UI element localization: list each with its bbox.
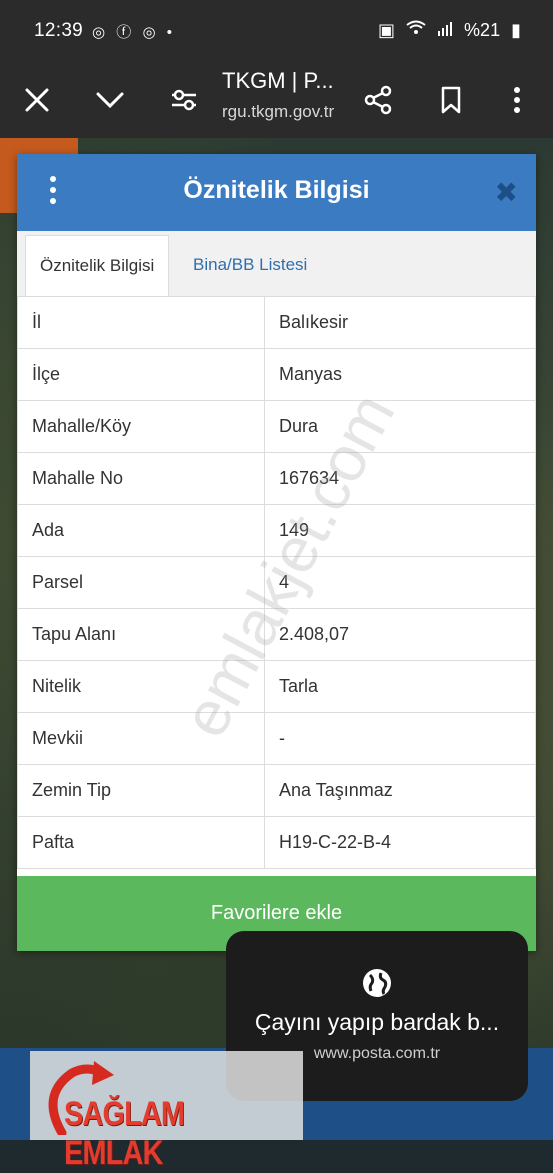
table-row: Nitelik Tarla xyxy=(17,660,536,713)
site-settings-icon[interactable] xyxy=(164,80,204,120)
row-key: Mahalle/Köy xyxy=(17,400,265,453)
panel-header: Öznitelik Bilgisi ✖ xyxy=(17,154,536,231)
row-value: 149 xyxy=(264,504,536,557)
row-value: Balıkesir xyxy=(264,296,536,349)
row-value: H19-C-22-B-4 xyxy=(264,816,536,869)
page-title: TKGM | P... xyxy=(222,68,334,93)
row-value: Manyas xyxy=(264,348,536,401)
row-key: Nitelik xyxy=(17,660,265,713)
attribute-panel: Öznitelik Bilgisi ✖ Öznitelik Bilgisi Bi… xyxy=(17,154,536,951)
table-row: Pafta H19-C-22-B-4 xyxy=(17,816,536,869)
more-vert-icon[interactable] xyxy=(497,80,537,120)
row-key: İlçe xyxy=(17,348,265,401)
battery-text: %21 xyxy=(464,20,501,40)
bookmark-icon[interactable] xyxy=(431,80,471,120)
row-value: Ana Taşınmaz xyxy=(264,764,536,817)
table-row: Tapu Alanı 2.408,07 xyxy=(17,608,536,661)
row-key: Ada xyxy=(17,504,265,557)
share-icon[interactable] xyxy=(358,80,398,120)
panel-tabs: Öznitelik Bilgisi Bina/BB Listesi xyxy=(17,231,536,297)
signal-icon xyxy=(437,20,458,40)
row-value: Dura xyxy=(264,400,536,453)
row-value: - xyxy=(264,712,536,765)
status-bar: 12:39 ◎ ⓕ ◎ • ▣ %21 ▮ xyxy=(0,0,553,62)
panel-title: Öznitelik Bilgisi xyxy=(183,176,370,204)
row-value: 167634 xyxy=(264,452,536,505)
notification-icons: ◎ ⓕ ◎ • xyxy=(92,21,179,42)
globe-icon xyxy=(226,967,528,1004)
tab-building-list[interactable]: Bina/BB Listesi xyxy=(179,235,321,295)
row-value: Tarla xyxy=(264,660,536,713)
vpn-icon: ▣ xyxy=(377,20,395,40)
tab-attributes[interactable]: Öznitelik Bilgisi xyxy=(25,235,170,297)
row-key: Tapu Alanı xyxy=(17,608,265,661)
table-row: Mahalle No 167634 xyxy=(17,452,536,505)
row-value: 2.408,07 xyxy=(264,608,536,661)
status-right: ▣ %21 ▮ xyxy=(372,20,521,41)
dot-icon: • xyxy=(166,24,172,41)
wifi-icon xyxy=(406,20,431,40)
row-key: Mahalle No xyxy=(17,452,265,505)
close-icon[interactable] xyxy=(17,80,57,120)
page-url[interactable]: rgu.tkgm.gov.tr xyxy=(222,102,334,122)
table-row: Ada 149 xyxy=(17,504,536,557)
toast-text: Çayını yapıp bardak b... xyxy=(254,1009,500,1035)
status-time: 12:39 xyxy=(34,20,84,41)
table-row: İlçe Manyas xyxy=(17,348,536,401)
chrome-icon: ◎ xyxy=(92,24,106,41)
row-key: Pafta xyxy=(17,816,265,869)
row-key: İl xyxy=(17,296,265,349)
logo-text: SAĞLAM EMLAK xyxy=(64,1095,185,1172)
browser-toolbar: TKGM | P... rgu.tkgm.gov.tr xyxy=(0,62,553,138)
table-row: Zemin Tip Ana Taşınmaz xyxy=(17,764,536,817)
agency-logo: SAĞLAM EMLAK xyxy=(30,1051,303,1172)
table-row: İl Balıkesir xyxy=(17,296,536,349)
chrome-icon: ◎ xyxy=(142,24,156,41)
panel-close-icon[interactable]: ✖ xyxy=(495,176,518,209)
table-row: Mahalle/Köy Dura xyxy=(17,400,536,453)
attribute-table: İl Balıkesir İlçe Manyas Mahalle/Köy Dura M… xyxy=(17,296,536,869)
chevron-down-icon[interactable] xyxy=(90,80,130,120)
row-key: Parsel xyxy=(17,556,265,609)
row-key: Mevkii xyxy=(17,712,265,765)
battery-icon: ▮ xyxy=(511,20,521,40)
table-row: Parsel 4 xyxy=(17,556,536,609)
facebook-icon: ⓕ xyxy=(116,24,132,41)
row-key: Zemin Tip xyxy=(17,764,265,817)
row-value: 4 xyxy=(264,556,536,609)
table-row: Mevkii - xyxy=(17,712,536,765)
